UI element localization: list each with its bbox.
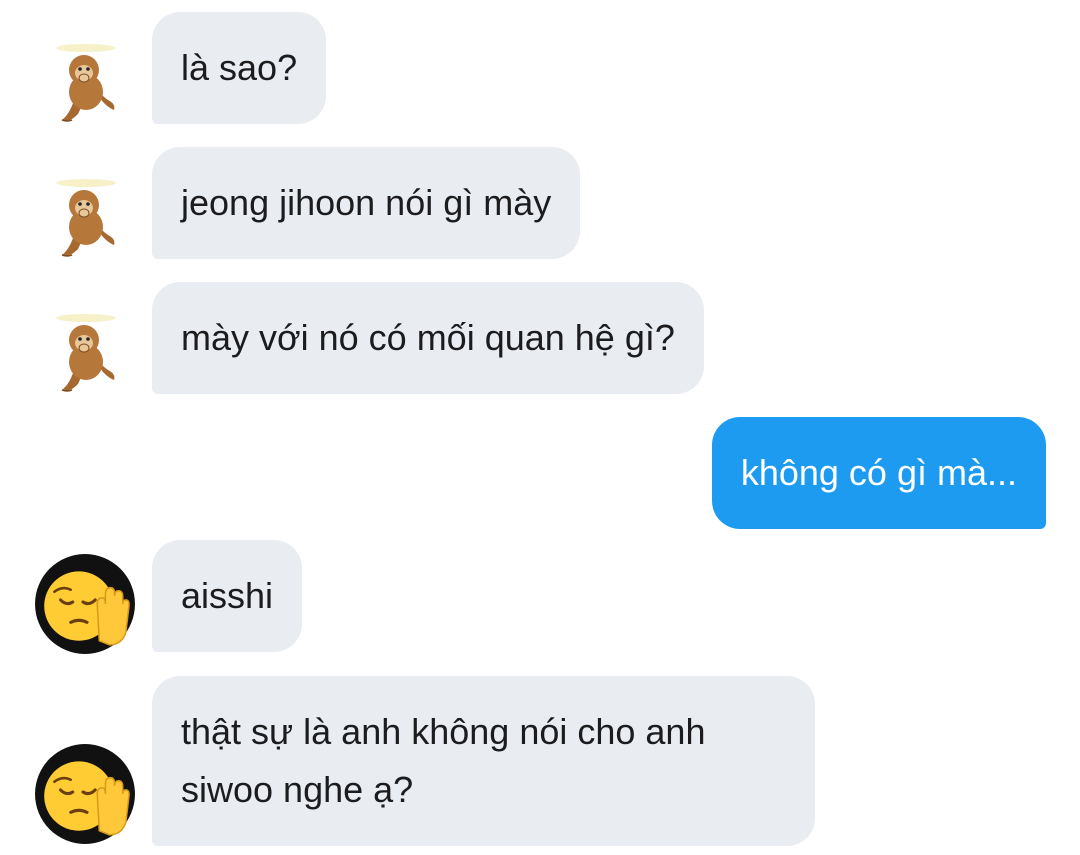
pensive-face-raised-hand-emoji-icon[interactable] xyxy=(34,743,136,845)
pensive-face-raised-hand-emoji-icon[interactable] xyxy=(34,553,136,655)
monkey-sticker-icon[interactable] xyxy=(38,310,134,406)
message-text-line: siwoo nghe ạ? xyxy=(181,769,414,810)
monkey-sticker-icon[interactable] xyxy=(38,40,134,136)
message-text: aisshi xyxy=(181,575,274,616)
outgoing-message-bubble[interactable]: không có gì mà... xyxy=(711,417,1046,529)
message-text: jeong jihoon nói gì mày xyxy=(181,182,552,223)
message-text-line: thật sự là anh không nói cho anh xyxy=(181,711,706,752)
incoming-message-bubble[interactable]: là sao? xyxy=(152,12,327,124)
monkey-sticker-icon[interactable] xyxy=(38,175,134,271)
message-text: mày với nó có mối quan hệ gì? xyxy=(181,317,675,358)
message-text: là sao? xyxy=(181,47,298,88)
incoming-message-bubble[interactable]: mày với nó có mối quan hệ gì? xyxy=(152,282,704,394)
incoming-message-bubble[interactable]: aisshi xyxy=(152,540,303,652)
incoming-message-bubble[interactable]: thật sự là anh không nói cho anh siwoo n… xyxy=(152,676,816,846)
incoming-message-bubble[interactable]: jeong jihoon nói gì mày xyxy=(152,147,581,259)
chat-thread: là sao? jeong jihoon nói gì mày mày với … xyxy=(0,0,1080,855)
message-text: không có gì mà... xyxy=(740,452,1017,493)
